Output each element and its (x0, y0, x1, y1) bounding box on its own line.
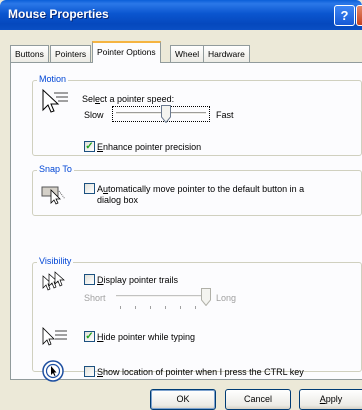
hide-pointer-label: Hide pointer while typing (97, 332, 196, 342)
show-location-checkbox[interactable]: ✓ (84, 366, 95, 377)
enhance-precision-label: Enhance pointer precision (97, 142, 202, 152)
snap-to-label-line1: Automatically move pointer to the defaul… (97, 184, 305, 194)
snap-to-label-line2: dialog box (97, 195, 139, 205)
ok-button[interactable]: OK (150, 389, 216, 410)
snap-to-checkbox[interactable]: ✓ (84, 183, 95, 194)
trail-tick (135, 306, 136, 309)
show-location-label: Show location of pointer when I press th… (97, 367, 304, 377)
motion-group-title: Motion (37, 74, 69, 84)
visibility-group-title: Visibility (37, 256, 74, 266)
trail-tick (150, 306, 151, 309)
trail-slider-thumb[interactable] (201, 288, 211, 306)
tab-pointer-options[interactable]: Pointer Options (92, 41, 161, 63)
window-title: Mouse Properties (8, 7, 109, 21)
close-button[interactable]: X (356, 5, 362, 26)
slow-label: Slow (84, 110, 104, 120)
ctrl-locate-icon (42, 360, 64, 382)
pointer-speed-label: Select a pointer speed: (82, 94, 175, 104)
apply-button[interactable]: Apply (299, 389, 362, 410)
tab-hardware[interactable]: Hardware (203, 45, 250, 62)
hide-pointer-checkbox[interactable]: ✓ (84, 331, 95, 342)
trail-tick (195, 306, 196, 309)
tab-wheel[interactable]: Wheel (170, 45, 205, 62)
visibility-group (32, 262, 362, 372)
speed-slider-thumb[interactable] (160, 105, 171, 123)
pointer-trails-label: Display pointer trails (97, 275, 179, 285)
help-button[interactable]: ? (334, 5, 355, 26)
tab-pointers[interactable]: Pointers (50, 45, 92, 62)
long-label: Long (216, 293, 237, 303)
enhance-precision-checkbox[interactable]: ✓ (84, 141, 95, 152)
trail-tick (180, 306, 181, 309)
pointer-speed-icon (42, 88, 68, 113)
short-label: Short (84, 293, 106, 303)
hide-pointer-icon (42, 327, 67, 346)
trail-slider-track[interactable] (116, 295, 206, 298)
tab-buttons[interactable]: Buttons (10, 45, 49, 62)
pointer-trails-checkbox[interactable]: ✓ (84, 274, 95, 285)
title-bar[interactable]: Mouse Properties ? X (0, 0, 362, 30)
trail-tick (165, 306, 166, 309)
trail-tick (120, 306, 121, 309)
snap-to-group-title: Snap To (37, 164, 74, 174)
pointer-trails-icon (42, 271, 65, 291)
cancel-button[interactable]: Cancel (225, 389, 291, 410)
fast-label: Fast (216, 110, 234, 120)
snap-to-icon (41, 186, 66, 205)
